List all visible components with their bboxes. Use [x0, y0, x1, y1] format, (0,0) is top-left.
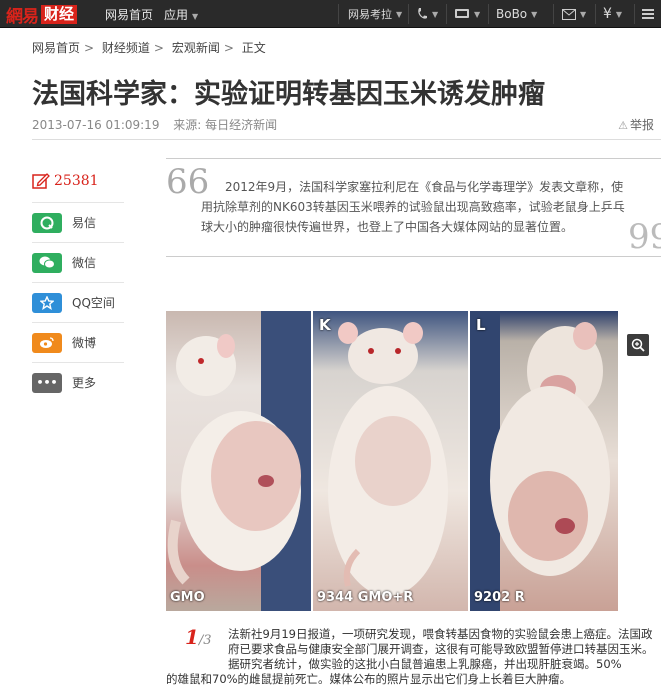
menu-icon — [642, 9, 654, 19]
photo-pager: 1/3 — [185, 625, 212, 649]
nav-kaola-label: 网易考拉 — [348, 8, 392, 21]
netease-finance-logo[interactable]: 網易 财经 — [6, 4, 78, 27]
comment-count[interactable]: 25381 — [32, 173, 99, 189]
photo-caption-gmo: GMO — [170, 590, 205, 605]
phone-icon — [418, 8, 427, 19]
nav-kaola-link[interactable]: 网易考拉 ▼ — [348, 0, 402, 28]
article-body-continued: 的雄鼠和70%的雌鼠提前死亡。媒体公布的照片显示出它们身上长着巨大肿瘤。 — [166, 672, 572, 686]
nav-divider — [553, 4, 554, 24]
wechat-icon — [32, 252, 62, 273]
nav-finance-button[interactable]: ¥ ▼ — [603, 0, 622, 28]
nav-divider — [338, 4, 339, 24]
quote-bottom-border — [166, 256, 661, 257]
share-weibo-label: 微博 — [72, 336, 97, 350]
photo-panel-letter-k: K — [319, 316, 331, 334]
share-qzone-label: QQ空间 — [72, 296, 115, 310]
pager-current: 1 — [185, 625, 199, 649]
chevron-down-icon: ▼ — [474, 9, 481, 19]
share-list: 易信 微信 QQ空间 微博 ••• 更多 — [32, 202, 124, 402]
article-source[interactable]: 来源: 每日经济新闻 — [173, 118, 277, 132]
report-link[interactable]: ⚠ 举报 — [618, 116, 654, 133]
quote-top-border — [166, 158, 661, 159]
comment-count-number: 25381 — [54, 173, 99, 189]
chevron-down-icon: ▼ — [615, 9, 623, 19]
zoom-button[interactable] — [627, 334, 649, 356]
nav-divider — [408, 4, 409, 24]
mail-icon — [562, 8, 576, 20]
share-yixin[interactable]: 易信 — [32, 202, 124, 242]
share-more[interactable]: ••• 更多 — [32, 362, 124, 402]
chevron-down-icon: ▼ — [192, 12, 199, 21]
nav-menu-button[interactable] — [642, 0, 654, 28]
photo-panel-k: K 9344 GMO+R — [313, 311, 468, 611]
logo-netease: 網易 — [6, 6, 39, 27]
share-more-label: 更多 — [72, 376, 97, 390]
rat-illustration — [167, 311, 311, 611]
share-qzone[interactable]: QQ空间 — [32, 282, 124, 322]
nav-device-button[interactable]: ▼ — [454, 0, 480, 28]
top-navbar: 網易 财经 网易首页 应用 ▼ 网易考拉 ▼ ▼ ▼ BoBo ▼ ▼ ¥ ▼ — [0, 0, 661, 28]
title-divider — [32, 139, 661, 140]
breadcrumb-arrow-icon: > — [223, 41, 234, 55]
article-title: 法国科学家：实验证明转基因玉米诱发肿瘤 — [32, 79, 545, 110]
breadcrumb-finance[interactable]: 财经频道 — [102, 41, 150, 55]
nav-divider — [634, 4, 635, 24]
article-summary: 2012年9月，法国科学家塞拉利尼在《食品与化学毒理学》发表文章称，使用抗除草剂… — [201, 180, 625, 234]
article-photo[interactable]: GMO K 9344 GMO+R L 9202 R — [166, 311, 618, 611]
nav-divider — [488, 4, 489, 24]
breadcrumb-arrow-icon: > — [84, 41, 95, 55]
photo-panel-letter-l: L — [476, 316, 486, 334]
chevron-down-icon: ▼ — [432, 9, 439, 19]
breadcrumb: 网易首页 > 财经频道 > 宏观新闻 > 正文 — [32, 39, 270, 56]
share-weibo[interactable]: 微博 — [32, 322, 124, 362]
nav-apps-link[interactable]: 应用 ▼ — [164, 6, 198, 23]
nav-divider — [446, 4, 447, 24]
breadcrumb-arrow-icon: > — [153, 41, 164, 55]
logo-finance: 财经 — [41, 4, 78, 24]
nav-divider — [595, 4, 596, 24]
article-meta: 2013-07-16 01:09:19 来源: 每日经济新闻 — [32, 116, 277, 133]
share-wechat[interactable]: 微信 — [32, 242, 124, 282]
rat-illustration — [328, 322, 448, 596]
article-date: 2013-07-16 01:09:19 — [32, 118, 160, 132]
chevron-down-icon: ▼ — [531, 9, 538, 19]
device-icon — [455, 9, 469, 18]
warning-icon: ⚠ — [618, 119, 628, 132]
edit-icon — [32, 173, 50, 189]
more-icon: ••• — [32, 372, 62, 393]
qzone-icon — [32, 292, 62, 313]
breadcrumb-macro[interactable]: 宏观新闻 — [172, 41, 220, 55]
photo-caption-l: 9202 R — [474, 590, 525, 605]
nav-apps-label: 应用 — [164, 8, 189, 22]
article-body-paragraph: 法新社9月19日报道，一项研究发现，喂食转基因食物的实验鼠会患上癌症。法国政府已… — [228, 627, 654, 671]
yuan-icon: ¥ — [603, 6, 612, 22]
breadcrumb-home[interactable]: 网易首页 — [32, 41, 80, 55]
breadcrumb-current: 正文 — [241, 41, 266, 55]
chevron-down-icon: ▼ — [396, 9, 403, 19]
nav-mail-button[interactable]: ▼ — [562, 0, 586, 28]
yixin-icon — [32, 212, 62, 233]
zoom-in-icon — [631, 338, 645, 352]
nav-home-link[interactable]: 网易首页 — [105, 6, 153, 23]
share-yixin-label: 易信 — [72, 216, 97, 230]
nav-phone-button[interactable]: ▼ — [416, 0, 438, 28]
nav-bobo-label: BoBo — [496, 7, 528, 21]
photo-panel-l: L 9202 R — [470, 311, 618, 611]
chevron-down-icon: ▼ — [580, 9, 587, 19]
share-wechat-label: 微信 — [72, 256, 97, 270]
pager-total: /3 — [198, 633, 212, 648]
quote-close-icon: 99 — [628, 217, 661, 257]
rat-illustration — [470, 311, 610, 611]
report-label: 举报 — [629, 118, 654, 132]
photo-panel-gmo: GMO — [166, 311, 311, 611]
photo-caption-k: 9344 GMO+R — [317, 590, 414, 605]
nav-bobo-link[interactable]: BoBo ▼ — [496, 0, 537, 28]
weibo-icon — [32, 332, 62, 353]
